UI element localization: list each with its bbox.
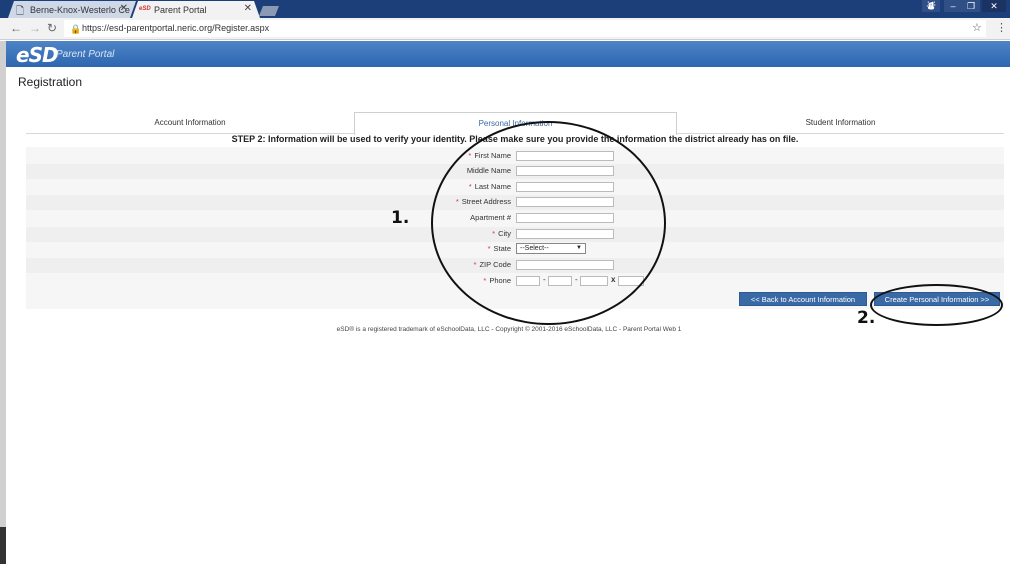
restore-icon[interactable]: ❐: [962, 0, 980, 12]
registration-tabs: Account Information Personal Information…: [26, 112, 1004, 135]
phone-separator: -: [575, 275, 578, 284]
reload-icon[interactable]: ↻: [47, 21, 57, 35]
tab-personal-information[interactable]: Personal Information: [354, 112, 677, 135]
browser-tab-1[interactable]: 🗋 Berne-Knox-Westerlo Ce ✕: [8, 1, 136, 18]
app-header: eSD Parent Portal: [6, 41, 1010, 67]
state-select[interactable]: --Select-- ▼: [516, 243, 586, 254]
dropdown-arrow-icon: ▼: [576, 245, 582, 251]
form-row-state: * State --Select-- ▼: [26, 242, 1004, 257]
form-row-city: * City: [26, 227, 1004, 242]
window-close-icon[interactable]: ✕: [982, 0, 1006, 12]
required-marker: *: [473, 260, 477, 269]
esd-logo[interactable]: eSD: [16, 43, 59, 67]
personal-info-form: * First Name Middle Name * Last Name * Stre…: [26, 147, 1004, 309]
bookmark-star-icon[interactable]: ☆: [972, 21, 982, 34]
form-row-middle-name: Middle Name: [26, 164, 1004, 179]
logo-subtitle: Parent Portal: [56, 49, 115, 60]
page-title: Registration: [18, 75, 83, 89]
address-bar: ← → ↻ 🔒 https://esd-parentportal.neric.o…: [0, 18, 1010, 40]
browser-tab-2-label: Parent Portal: [154, 4, 207, 15]
form-row-phone: * Phone - - x: [26, 274, 1004, 289]
annotation-number-1: 1.: [391, 208, 410, 228]
minimize-icon[interactable]: –: [944, 0, 962, 12]
browser-tab-1-label: Berne-Knox-Westerlo Ce: [30, 4, 130, 15]
field-label: * Phone: [483, 276, 511, 285]
left-edge-dark: [0, 527, 6, 564]
field-label: Apartment #: [470, 213, 511, 222]
url-text: https://esd-parentportal.neric.org/Regis…: [82, 23, 270, 33]
left-edge: [0, 41, 6, 564]
required-marker: *: [468, 182, 472, 191]
field-label: * Street Address: [455, 197, 511, 206]
required-marker: *: [492, 229, 496, 238]
tab-account-information[interactable]: Account Information: [26, 112, 354, 134]
zip-code-input[interactable]: [516, 260, 614, 270]
lock-icon: 🔒: [70, 24, 82, 34]
field-label: * ZIP Code: [473, 260, 511, 269]
form-row-first-name: * First Name: [26, 149, 1004, 164]
tab-close-icon[interactable]: ✕: [244, 3, 252, 14]
back-to-account-button[interactable]: << Back to Account Information: [739, 292, 867, 306]
forward-arrow-icon[interactable]: →: [29, 21, 41, 35]
middle-name-input[interactable]: [516, 166, 614, 176]
browser-menu-icon[interactable]: ⋮: [996, 21, 1007, 34]
phone-extension-input[interactable]: [618, 276, 644, 286]
browser-tab-bar: 🗋 Berne-Knox-Westerlo Ce ✕ eSD Parent Po…: [0, 0, 1010, 18]
screen: { "browser": { "tabs": [ {"label": "Bern…: [0, 0, 1010, 564]
back-arrow-icon[interactable]: ←: [10, 21, 22, 35]
create-personal-information-button[interactable]: Create Personal Information >>: [874, 292, 1000, 306]
form-row-apartment: Apartment #: [26, 211, 1004, 226]
apartment-input[interactable]: [516, 213, 614, 223]
phone-area-code-input[interactable]: [516, 276, 540, 286]
form-row-last-name: * Last Name: [26, 180, 1004, 195]
field-label: * State: [487, 244, 511, 253]
browser-tab-2[interactable]: eSD Parent Portal ✕: [132, 1, 260, 18]
field-label: * Last Name: [468, 182, 511, 191]
city-input[interactable]: [516, 229, 614, 239]
last-name-input[interactable]: [516, 182, 614, 192]
required-marker: *: [487, 244, 491, 253]
required-marker: *: [468, 151, 472, 160]
required-marker: *: [483, 276, 487, 285]
phone-prefix-input[interactable]: [548, 276, 572, 286]
field-label: Middle Name: [466, 166, 511, 175]
new-tab-button[interactable]: [259, 6, 279, 16]
field-label: * First Name: [468, 151, 511, 160]
tab-close-icon[interactable]: ✕: [120, 3, 128, 14]
url-input[interactable]: 🔒 https://esd-parentportal.neric.org/Reg…: [64, 20, 986, 37]
phone-separator: -: [543, 275, 546, 284]
esd-favicon-icon: eSD: [139, 6, 151, 12]
form-row-zip: * ZIP Code: [26, 258, 1004, 273]
tab-student-information[interactable]: Student Information: [677, 112, 1004, 134]
profile-icon[interactable]: ⛇: [922, 0, 940, 12]
state-select-value: --Select--: [520, 245, 549, 252]
step-instructions: STEP 2: Information will be used to veri…: [231, 134, 799, 144]
phone-ext-marker: x: [611, 275, 616, 284]
annotation-number-2: 2.: [857, 308, 876, 328]
first-name-input[interactable]: [516, 151, 614, 161]
footer-copyright: eSD® is a registered trademark of eSchoo…: [336, 326, 682, 333]
form-row-street-address: * Street Address: [26, 195, 1004, 210]
street-address-input[interactable]: [516, 197, 614, 207]
phone-line-input[interactable]: [580, 276, 608, 286]
field-label: * City: [492, 229, 511, 238]
required-marker: *: [455, 197, 459, 206]
